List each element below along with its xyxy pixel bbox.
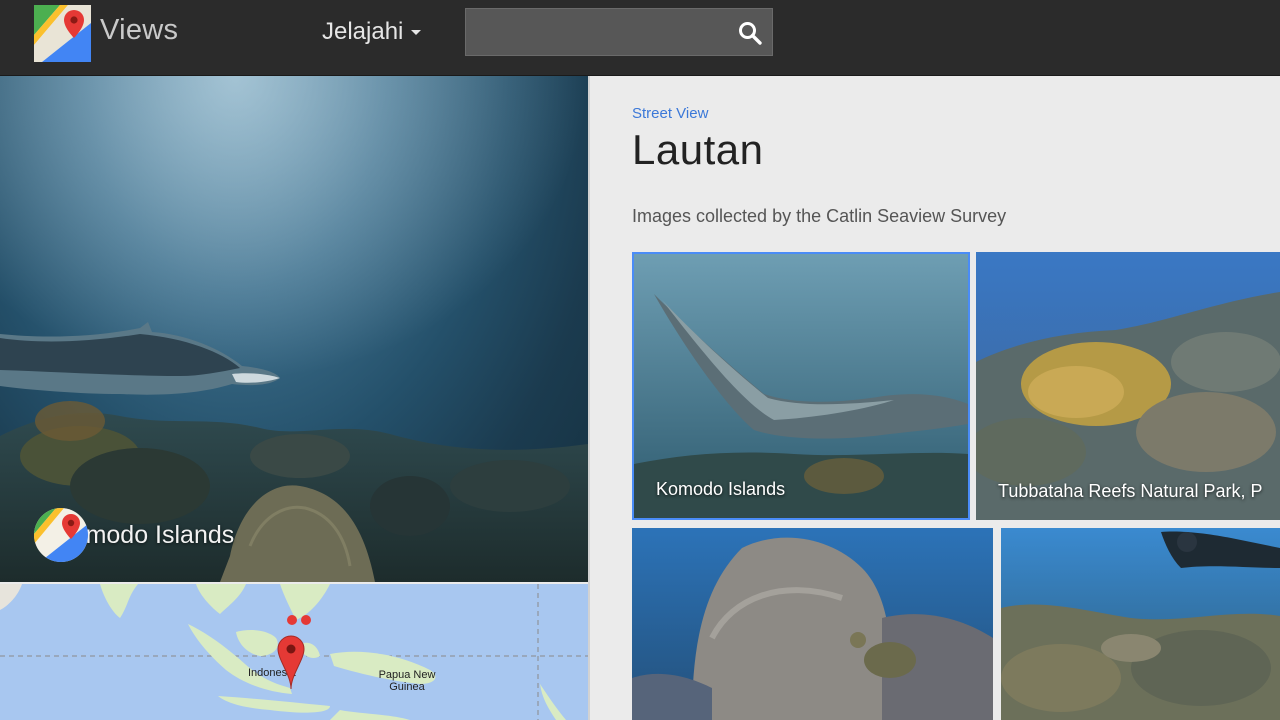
- thumbnail-image: [1001, 528, 1280, 720]
- search-box: [465, 8, 773, 56]
- thumbnail-card[interactable]: Komodo Islands: [632, 252, 970, 520]
- maps-logo-icon[interactable]: [34, 5, 91, 62]
- thumbnail-label: Tubbataha Reefs Natural Park, P: [998, 481, 1263, 501]
- app-title: Views: [100, 14, 179, 46]
- location-map[interactable]: Indonesia Papua New Guinea: [0, 584, 588, 720]
- thumbnail-card[interactable]: Tubbataha Reefs Natural Park, P: [976, 252, 1280, 520]
- underwater-scene-image: [0, 76, 588, 582]
- collection-panel: Street View Lautan Images collected by t…: [590, 76, 1280, 720]
- thumbnail-image: [632, 528, 993, 720]
- hero-panorama[interactable]: Komodo Islands: [0, 76, 588, 582]
- page-title: Lautan: [632, 126, 764, 173]
- search-icon[interactable]: [736, 19, 764, 47]
- caret-down-icon: [411, 30, 422, 36]
- thumbnail-image: [976, 252, 1280, 520]
- map-label-papua-new-guinea: Papua New Guinea: [378, 669, 436, 693]
- collection-description: Images collected by the Catlin Seaview S…: [632, 206, 1007, 226]
- top-bar: Views Jelajahi: [0, 0, 1280, 76]
- breadcrumb[interactable]: Street View: [632, 105, 708, 122]
- explore-menu-button[interactable]: Jelajahi: [322, 18, 422, 46]
- hero-caption: Komodo Islands: [34, 508, 234, 562]
- map-marker-icon[interactable]: [276, 634, 306, 690]
- explore-menu-label: Jelajahi: [322, 18, 404, 45]
- thumbnail-card[interactable]: [632, 528, 993, 720]
- search-input[interactable]: [466, 9, 726, 55]
- thumbnail-label: Komodo Islands: [656, 479, 786, 499]
- maps-logo-icon: [34, 508, 88, 562]
- thumbnail-card[interactable]: [1001, 528, 1280, 720]
